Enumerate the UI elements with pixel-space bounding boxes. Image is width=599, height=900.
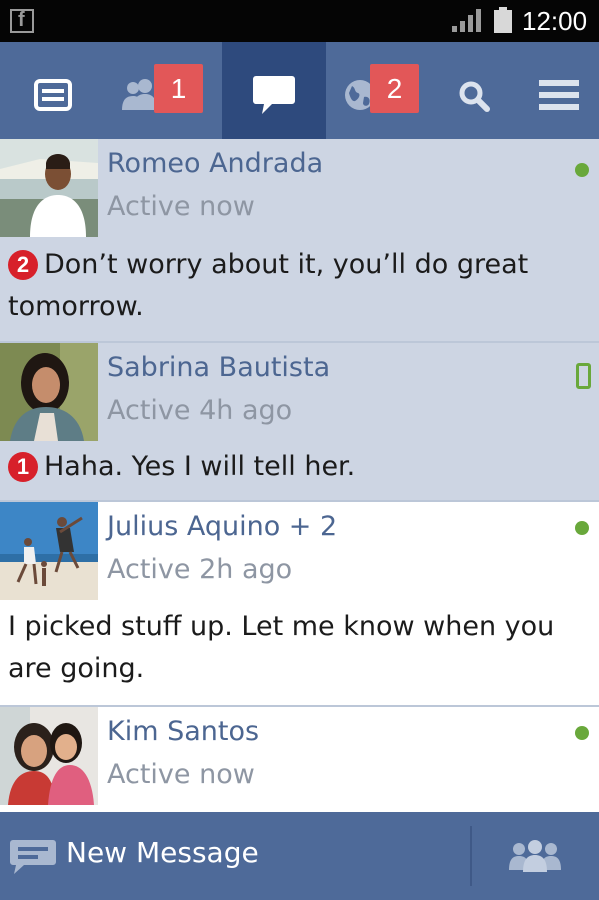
notifications-badge: 2 (370, 64, 419, 113)
unread-count-badge: 2 (8, 250, 38, 280)
unread-count-badge: 1 (8, 452, 38, 482)
thread-preview-text: Don’t worry about it, you’ll do great to… (8, 249, 529, 322)
facebook-icon: f (10, 9, 34, 33)
search-icon (459, 81, 490, 112)
friend-requests-badge: 1 (154, 64, 203, 113)
messages-icon (253, 76, 295, 114)
thread-item[interactable]: Sabrina Bautista Active 4h ago 1 Haha. Ye… (0, 343, 599, 502)
thread-status: Active 2h ago (107, 554, 293, 585)
thread-preview: I picked stuff up. Let me know when you … (8, 606, 569, 690)
tab-messages[interactable] (222, 42, 326, 139)
thread-name: Julius Aquino + 2 (107, 511, 338, 542)
people-button[interactable] (472, 812, 599, 900)
tab-search[interactable] (432, 42, 518, 139)
status-bar: f 12:00 (0, 0, 599, 42)
new-message-label: New Message (66, 836, 259, 869)
thread-name: Sabrina Bautista (107, 352, 331, 383)
avatar (0, 707, 98, 805)
thread-status: Active now (107, 191, 255, 222)
thread-item[interactable]: Kim Santos Active now (0, 707, 599, 817)
online-indicator (575, 521, 589, 535)
friend-requests-icon (122, 79, 157, 110)
avatar (0, 343, 98, 441)
group-people-icon (509, 840, 561, 872)
mobile-presence-icon (576, 363, 591, 389)
menu-icon (539, 80, 579, 110)
tab-news-feed[interactable] (0, 42, 104, 139)
bottom-bar: New Message (0, 812, 599, 900)
thread-item[interactable]: Julius Aquino + 2 Active 2h ago I picked… (0, 502, 599, 707)
thread-preview: 2 Don’t worry about it, you’ll do great t… (8, 244, 569, 328)
avatar (0, 502, 98, 600)
battery-icon (494, 7, 512, 33)
news-feed-icon (34, 79, 72, 111)
thread-status: Active now (107, 759, 255, 790)
thread-name: Kim Santos (107, 716, 260, 747)
tab-menu[interactable] (518, 42, 599, 139)
thread-preview: 1 Haha. Yes I will tell her. (8, 446, 569, 488)
thread-status: Active 4h ago (107, 395, 293, 426)
online-indicator (575, 163, 589, 177)
compose-message-icon (10, 840, 56, 874)
status-time: 12:00 (522, 6, 588, 36)
tab-friend-requests[interactable]: 1 (104, 42, 222, 139)
thread-item[interactable]: Romeo Andrada Active now 2 Don’t worry ab… (0, 139, 599, 343)
top-nav-bar: 1 2 (0, 42, 599, 139)
tab-notifications[interactable]: 2 (326, 42, 432, 139)
online-indicator (575, 726, 589, 740)
thread-name: Romeo Andrada (107, 148, 324, 179)
new-message-button[interactable]: New Message (0, 812, 470, 900)
thread-preview-text: Haha. Yes I will tell her. (44, 451, 356, 482)
thread-preview-text: I picked stuff up. Let me know when you … (8, 611, 555, 684)
signal-icon (452, 9, 481, 32)
avatar (0, 139, 98, 237)
